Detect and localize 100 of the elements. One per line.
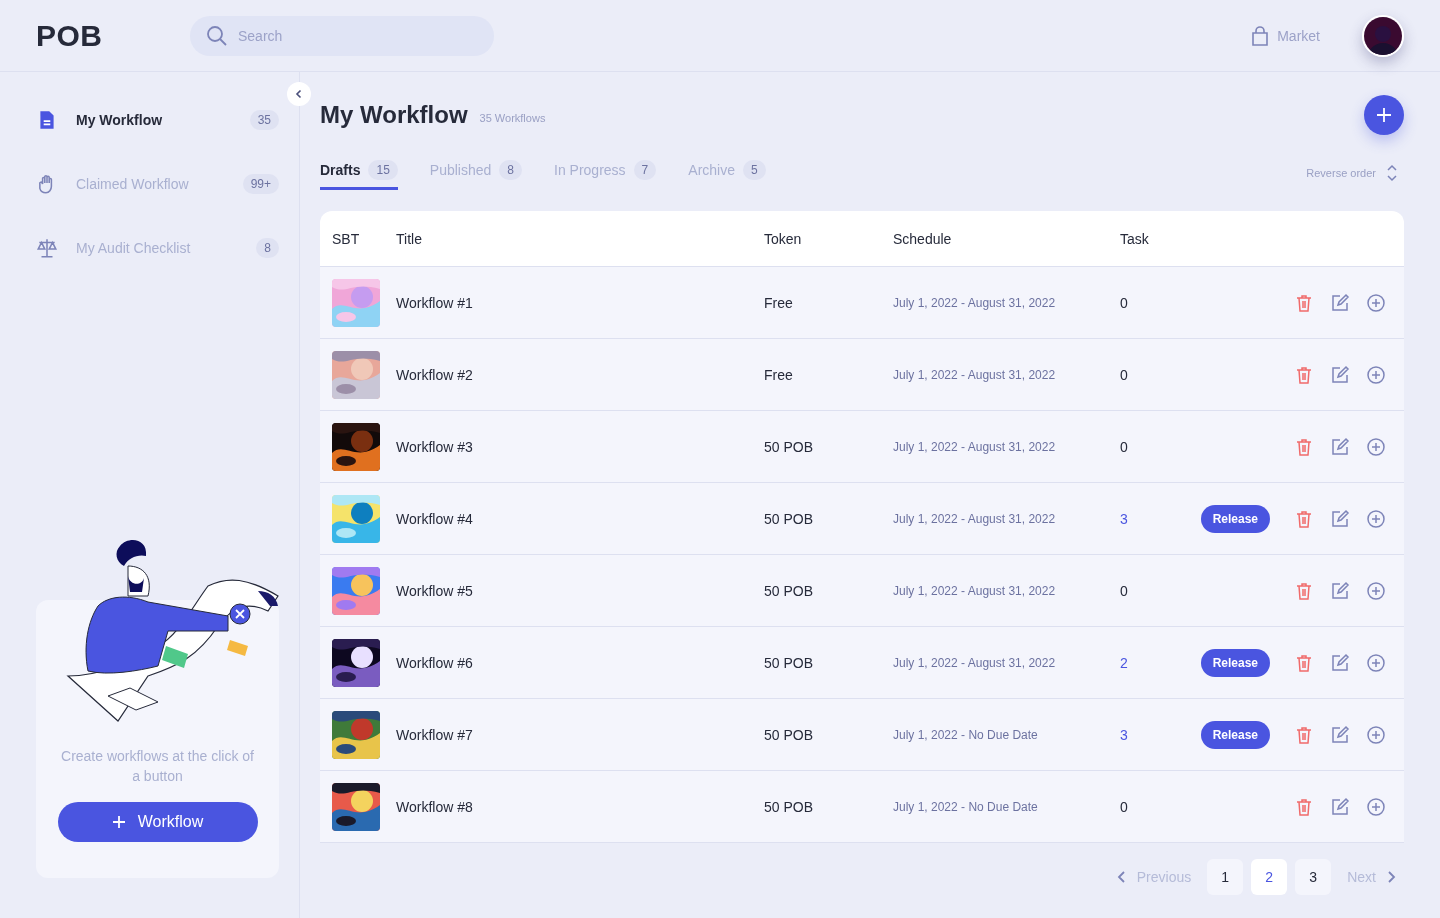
table-cell-text: Workflow #6	[396, 654, 474, 671]
plus-icon	[1376, 107, 1392, 123]
pencil-icon	[1330, 724, 1350, 745]
table-cell-text: 50 POB	[764, 654, 815, 671]
table-row[interactable]: Workflow #5 50 POB July 1, 2022 - August 31, 2022 0	[320, 555, 1404, 627]
plus-circle-icon	[1366, 580, 1386, 601]
table-cell-text: Workflow #7	[396, 726, 474, 743]
table-cell-text: July 1, 2022 - No Due Date	[893, 799, 1039, 814]
release-button[interactable]: Release	[1200, 504, 1270, 533]
trash-icon	[1294, 436, 1314, 457]
table-row[interactable]: Workflow #4 50 POB July 1, 2022 - August 31, 2022 3 Release	[320, 483, 1404, 555]
sidebar-item[interactable]: My Workflow 35	[36, 88, 279, 152]
count-badge: 7	[633, 159, 657, 180]
count-badge: 8	[256, 238, 279, 258]
table-cell-text: Workflow #1	[396, 294, 474, 311]
table-row[interactable]: Workflow #1 Free July 1, 2022 - August 31, 2022 0	[320, 267, 1404, 339]
chevron-left-icon	[1116, 870, 1127, 884]
plus-circle-icon	[1366, 508, 1386, 529]
table-cell: 3	[1120, 510, 1128, 527]
count-badge: 15	[368, 159, 398, 180]
add-button[interactable]	[1364, 95, 1404, 135]
chevron-left-icon	[294, 89, 304, 99]
count-badge: 99+	[242, 174, 279, 194]
trash-icon	[1294, 508, 1314, 529]
pencil-icon	[1330, 364, 1350, 385]
scale-icon	[36, 237, 58, 259]
table-cell-text: 50 POB	[764, 726, 815, 743]
table-cell-text: Workflow #3	[396, 438, 474, 455]
column-header: Title	[396, 230, 423, 247]
add-workflow-button[interactable]: Workflow	[57, 802, 258, 842]
trash-icon	[1294, 364, 1314, 385]
tab[interactable]: In Progress 7	[554, 156, 657, 190]
table-cell-text: 50 POB	[764, 582, 815, 599]
chevron-right-icon	[1386, 870, 1396, 884]
table-cell: 0	[1120, 366, 1128, 383]
trash-icon	[1294, 652, 1314, 673]
table-cell: 0	[1120, 294, 1128, 311]
table-row[interactable]: Workflow #6 50 POB July 1, 2022 - August 31, 2022 2 Release	[320, 627, 1404, 699]
sidebar-item[interactable]: Claimed Workflow 99+	[36, 152, 279, 216]
pencil-icon	[1330, 796, 1350, 817]
pencil-icon	[1330, 292, 1350, 313]
table-cell: 0	[1120, 438, 1128, 455]
trash-icon	[1294, 724, 1314, 745]
table-cell-text: Workflow #2	[396, 366, 474, 383]
table-cell-text: July 1, 2022 - August 31, 2022	[893, 583, 1057, 598]
table-cell-text: July 1, 2022 - August 31, 2022	[893, 295, 1057, 310]
column-header: Task	[1120, 230, 1150, 247]
pencil-icon	[1330, 436, 1350, 457]
plus-circle-icon	[1366, 364, 1386, 385]
table-row[interactable]: Workflow #2 Free July 1, 2022 - August 31, 2022 0	[320, 339, 1404, 411]
pencil-icon	[1330, 580, 1350, 601]
page-button[interactable]: 1	[1207, 859, 1244, 895]
plus-circle-icon	[1366, 796, 1386, 817]
table-cell-text: 50 POB	[764, 798, 815, 815]
plus-circle-icon	[1366, 652, 1386, 673]
table-cell-text: Workflow #5	[396, 582, 474, 599]
bag-icon	[1251, 25, 1270, 46]
table-cell-text: July 1, 2022 - August 31, 2022	[893, 655, 1057, 670]
collapse-button[interactable]	[287, 82, 311, 106]
avatar[interactable]	[1362, 14, 1404, 57]
table-cell: 0	[1120, 798, 1128, 815]
plus-icon	[111, 815, 126, 829]
tab[interactable]: Drafts 15	[320, 156, 398, 190]
tab[interactable]: Archive 5	[688, 156, 766, 190]
table-cell-text: 50 POB	[764, 510, 815, 527]
count-badge: 8	[499, 159, 522, 180]
column-header: SBT	[332, 230, 361, 247]
sidebar-item[interactable]: My Audit Checklist 8	[36, 216, 279, 280]
table-cell: 3	[1120, 726, 1128, 743]
table-cell-text: Workflow #8	[396, 798, 474, 815]
pencil-icon	[1330, 508, 1350, 529]
table-cell-text: 50 POB	[764, 438, 815, 455]
page-button[interactable]: 3	[1295, 859, 1332, 895]
workflow-count: 35 Workflows	[479, 112, 546, 124]
table-cell-text: July 1, 2022 - August 31, 2022	[893, 367, 1057, 382]
plus-circle-icon	[1366, 724, 1386, 745]
table-cell: 2	[1120, 654, 1128, 671]
tab[interactable]: Published 8	[429, 156, 522, 190]
promo-text: Create workflows at the click of a button	[60, 747, 255, 786]
table-cell-text: July 1, 2022 - No Due Date	[893, 727, 1039, 742]
table-cell-text: Free	[764, 294, 794, 311]
table-row[interactable]: Workflow #3 50 POB July 1, 2022 - August 31, 2022 0	[320, 411, 1404, 483]
table-cell-text: Workflow #4	[396, 510, 474, 527]
release-button[interactable]: Release	[1200, 720, 1270, 749]
plus-circle-icon	[1366, 292, 1386, 313]
release-button[interactable]: Release	[1200, 648, 1270, 677]
search-icon	[206, 24, 228, 47]
page-title: My Workflow	[320, 101, 468, 129]
table-row[interactable]: Workflow #7 50 POB July 1, 2022 - No Due Date 3 Release	[320, 699, 1404, 771]
trash-icon	[1294, 292, 1314, 313]
count-badge: 5	[743, 159, 766, 180]
search-field[interactable]: Search	[190, 15, 494, 56]
trash-icon	[1294, 796, 1314, 817]
column-header: Schedule	[893, 230, 953, 247]
plus-circle-icon	[1366, 436, 1386, 457]
table-row[interactable]: Workflow #8 50 POB July 1, 2022 - No Due Date 0	[320, 771, 1404, 843]
table-cell-text: Free	[764, 366, 794, 383]
page-button[interactable]: 2	[1251, 859, 1288, 895]
count-badge: 35	[249, 110, 279, 130]
column-header: Token	[764, 230, 803, 247]
